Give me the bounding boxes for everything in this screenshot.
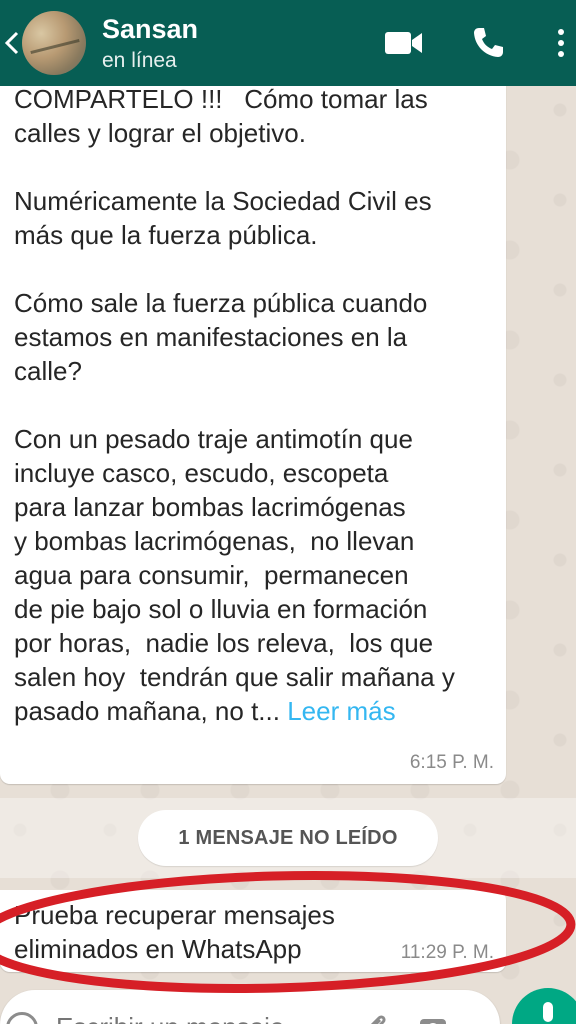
phone-icon[interactable] [458,13,518,73]
message-line: Con un pesado traje antimotín que [14,424,413,454]
message-line: eliminados en WhatsApp [14,934,302,964]
message-line: y bombas lacrimógenas, no llevan [14,526,415,556]
message-line [14,388,455,422]
message-timestamp: 6:15 P. M. [409,752,494,773]
message-line: Cómo sale la fuerza pública cuando [14,288,428,318]
contact-info[interactable]: Sansan en línea [102,13,374,73]
message-line: agua para consumir, permanecen [14,560,409,590]
message-line [14,252,455,286]
message-timestamp: 11:29 P. M. [400,942,494,963]
message-line: para lanzar bombas lacrimógenas [14,492,406,522]
camera-icon[interactable] [418,1012,448,1024]
message-input[interactable] [56,1012,356,1024]
message-line: Prueba recuperar mensajes [14,900,335,930]
unread-messages-badge: 1 MENSAJE NO LEÍDO [138,810,438,866]
message-line: de pie bajo sol o lluvia en formación [14,594,428,624]
microphone-icon [543,1002,553,1022]
contact-name: Sansan [102,14,199,44]
avatar[interactable] [22,11,86,75]
message-composer[interactable] [0,990,500,1024]
message-line: estamos en manifestaciones en la [14,322,408,352]
message-line: incluye casco, escudo, escopeta [14,458,389,488]
contact-status: en línea [102,49,177,72]
message-line: calle? [14,356,82,386]
incoming-message-bubble[interactable]: Si crees q podemos lograrlo .....COMPART… [0,50,506,784]
incoming-message-bubble[interactable]: Prueba recuperar mensajes eliminados en W… [0,890,506,972]
read-more-link[interactable]: Leer más [287,696,395,726]
message-line: salen hoy tendrán que salir mañana y [14,662,455,692]
message-line [14,150,455,184]
chat-header: Sansan en línea [0,0,576,86]
message-line: por horas, nadie los releva, los que [14,628,434,658]
message-line: COMPARTELO !!! Cómo tomar las [14,84,428,114]
emoji-icon[interactable] [6,1012,38,1024]
message-line: calles y lograr el objetivo. [14,118,306,148]
more-options-icon[interactable] [546,13,576,73]
paperclip-icon[interactable] [360,1012,390,1024]
message-line: Numéricamente la Sociedad Civil es [14,186,432,216]
message-line: pasado mañana, no t... Leer más [14,696,396,726]
message-text: Si crees q podemos lograrlo .....COMPART… [14,48,455,728]
message-line: más que la fuerza pública. [14,220,318,250]
message-text: Prueba recuperar mensajes eliminados en W… [14,898,335,966]
back-arrow-icon[interactable] [2,13,22,73]
video-call-icon[interactable] [374,13,434,73]
